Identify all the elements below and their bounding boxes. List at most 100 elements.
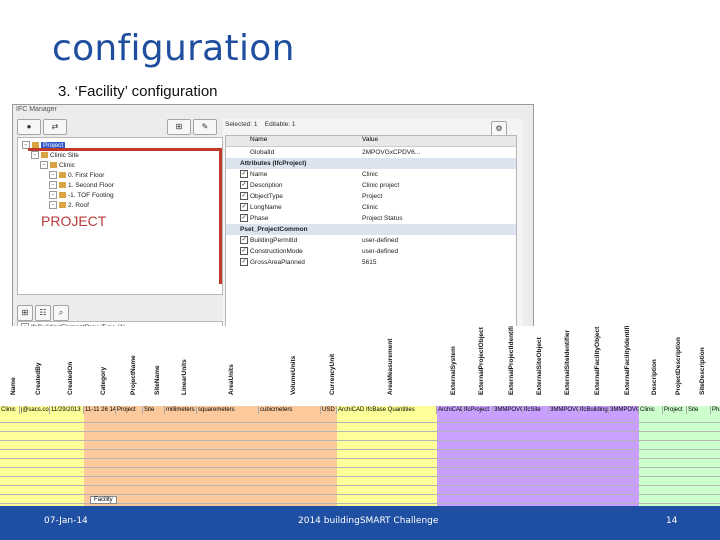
table-cell[interactable]: IfcBuilding xyxy=(579,406,609,414)
property-row[interactable]: ✓ ObjectType Project xyxy=(226,191,516,202)
column-header-label: LinearUnits xyxy=(181,359,188,395)
column-header[interactable]: AreaMeasurement xyxy=(337,326,438,407)
tree-item[interactable]: − 2. Roof xyxy=(49,201,89,210)
column-header[interactable]: AreaUnits xyxy=(197,326,260,407)
property-row[interactable]: ✓ LongName Clinic xyxy=(226,202,516,213)
sheet-tab-facility[interactable]: Facility xyxy=(90,496,117,504)
edit-icon[interactable]: ✎ xyxy=(193,119,217,135)
tree-item[interactable]: − Clinic xyxy=(40,161,75,170)
column-header[interactable]: ProjectDescription xyxy=(663,326,688,407)
column-header[interactable]: ExternalSiteIdentifier xyxy=(549,326,580,407)
property-group[interactable]: Pset_ProjectCommon xyxy=(226,224,516,235)
checkbox[interactable]: ✓ xyxy=(240,236,248,245)
property-row[interactable]: ✓ BuildingPermitId user-defined xyxy=(226,235,516,246)
property-row[interactable]: ✓ Description Clinic project xyxy=(226,180,516,191)
table-cell[interactable]: Project xyxy=(116,406,143,414)
column-header[interactable]: SiteDescription xyxy=(687,326,712,407)
column-header[interactable]: ExternalSiteObject xyxy=(523,326,550,407)
tree-toolbar: ● ⇄ ⊞ ✎ xyxy=(17,119,217,135)
column-header[interactable]: ExternalSystem xyxy=(437,326,464,407)
column-header[interactable]: ExternalProjectObject xyxy=(463,326,494,407)
column-header-label: VolumeUnits xyxy=(290,355,297,395)
checkbox[interactable]: ✓ xyxy=(240,247,248,256)
checkbox[interactable]: ✓ xyxy=(240,192,248,201)
expand-toggle-icon[interactable]: − xyxy=(49,171,57,180)
table-cell[interactable]: 3MMPOVG xyxy=(549,406,579,414)
link-icon[interactable]: ⇄ xyxy=(43,119,67,135)
search-icon[interactable]: ⌕ xyxy=(53,305,69,321)
column-header[interactable]: ExternalProjectIdentifier xyxy=(493,326,524,407)
checkbox[interactable]: ✓ xyxy=(240,258,248,267)
property-row[interactable]: ✓ Name Clinic xyxy=(226,169,516,180)
property-row[interactable]: ✓ ConstructionMode user-defined xyxy=(226,246,516,257)
column-header[interactable]: LinearUnits xyxy=(165,326,198,407)
tree-item[interactable]: − Clinic Site xyxy=(31,151,79,160)
column-header[interactable]: Name xyxy=(0,326,21,407)
property-value: Project xyxy=(362,193,383,200)
column-header-label: ExternalFacilityObject xyxy=(594,326,601,395)
table-cell[interactable]: Site xyxy=(687,406,711,414)
filter-icon[interactable]: ⊞ xyxy=(17,305,33,321)
checkbox[interactable]: ✓ xyxy=(240,203,248,212)
table-cell[interactable]: cubicmeters xyxy=(259,406,321,414)
property-name: Name xyxy=(250,171,268,178)
expand-toggle-icon[interactable]: − xyxy=(49,181,57,190)
table-cell[interactable]: 3MMPOVG xyxy=(493,406,523,414)
table-cell[interactable]: squaremeters xyxy=(197,406,259,414)
expand-toggle-icon[interactable]: − xyxy=(49,201,57,210)
table-cell[interactable]: IfcSite xyxy=(523,406,549,414)
table-cell[interactable]: Clinic xyxy=(639,406,663,414)
checkbox[interactable]: ✓ xyxy=(240,214,248,223)
tree-icon[interactable]: ☷ xyxy=(35,305,51,321)
expand-toggle-icon[interactable]: − xyxy=(49,191,57,200)
table-cell[interactable]: millimeters xyxy=(165,406,197,414)
checkbox[interactable]: ✓ xyxy=(240,181,248,190)
tree-item[interactable]: − 1. Second Floor xyxy=(49,181,114,190)
column-header[interactable]: VolumeUnits xyxy=(259,326,322,407)
table-cell[interactable]: j@sacs.com xyxy=(20,406,50,414)
checkbox[interactable]: ✓ xyxy=(240,170,248,179)
table-cell[interactable]: Project xyxy=(663,406,687,414)
window-title: IFC Manager xyxy=(16,106,57,113)
table-cell[interactable]: Phase xyxy=(711,406,720,414)
tree-item-label: -1. TOF Footing xyxy=(68,192,114,199)
property-row[interactable]: ✓ GrossAreaPlanned 5615 xyxy=(226,257,516,268)
property-value: 2MPOVGxCPDV6... xyxy=(362,149,421,156)
column-header[interactable]: CurrencyUnit xyxy=(321,326,338,407)
property-name: Attributes (IfcProject) xyxy=(240,160,307,167)
expand-toggle-icon[interactable]: − xyxy=(40,161,48,170)
property-group[interactable]: Attributes (IfcProject) xyxy=(226,158,516,169)
name-column-header: Name xyxy=(250,136,268,143)
table-cell[interactable]: 11/29/2013 xyxy=(50,406,84,414)
tree-item-label: Clinic Site xyxy=(50,152,79,159)
column-header[interactable]: Category xyxy=(84,326,117,407)
property-value: user-defined xyxy=(362,237,399,244)
folder-icon xyxy=(59,182,66,189)
table-cell[interactable]: Site xyxy=(143,406,165,414)
column-header-label: ExternalSiteObject xyxy=(536,337,543,395)
expand-icon[interactable]: ⊞ xyxy=(167,119,191,135)
property-name: Pset_ProjectCommon xyxy=(240,226,308,233)
table-cell[interactable]: 3MMPOVG xyxy=(609,406,639,414)
column-header[interactable]: ExternalFacilityIdentifier xyxy=(609,326,640,407)
property-value: 5615 xyxy=(362,259,377,266)
tree-item[interactable]: − 0. First Floor xyxy=(49,171,104,180)
table-cell[interactable]: USD xyxy=(321,406,337,414)
column-header[interactable]: Phase xyxy=(711,326,720,407)
expand-toggle-icon[interactable]: − xyxy=(31,151,39,160)
table-cell[interactable]: Clinic xyxy=(0,406,20,414)
column-header[interactable]: ProjectName xyxy=(116,326,144,407)
column-header[interactable]: ExternalFacilityObject xyxy=(579,326,610,407)
column-header[interactable]: CreatedBy xyxy=(20,326,51,407)
tree-item[interactable]: − -1. TOF Footing xyxy=(49,191,114,200)
column-header[interactable]: SiteName xyxy=(143,326,166,407)
column-header[interactable]: CreatedOn xyxy=(50,326,85,407)
property-row[interactable]: GlobalId 2MPOVGxCPDV6... xyxy=(226,147,516,158)
table-cell[interactable]: ArchiCAD xyxy=(437,406,463,414)
table-cell[interactable]: IfcProject xyxy=(463,406,493,414)
property-row[interactable]: ✓ Phase Project Status xyxy=(226,213,516,224)
table-cell[interactable]: ArchiCAD IfcBase Quantities xyxy=(337,406,437,414)
record-icon[interactable]: ● xyxy=(17,119,41,135)
table-cell[interactable]: 11-11 26 14 Clinic xyxy=(84,406,116,414)
column-header[interactable]: Description xyxy=(639,326,664,407)
